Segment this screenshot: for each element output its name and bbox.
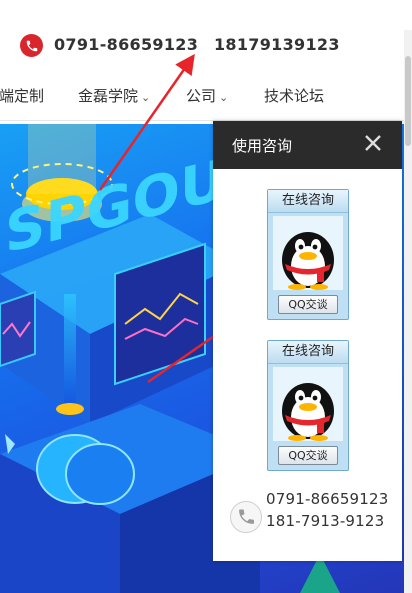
- qq-penguin-icon: [273, 367, 343, 441]
- nav-item-forum[interactable]: 技术论坛: [264, 85, 324, 106]
- phone-icon: [230, 501, 262, 533]
- page-scrollbar[interactable]: [404, 30, 412, 593]
- header-phone-2: 18179139123: [214, 35, 340, 54]
- qq-consult-card[interactable]: 在线咨询 QQ交谈: [267, 189, 349, 320]
- chevron-down-icon: ⌄: [219, 91, 229, 104]
- qq-card-caption: 在线咨询: [268, 190, 348, 213]
- consult-panel-title: 使用咨询: [232, 137, 293, 155]
- header-phone-bar: 0791-86659123 18179139123: [0, 30, 404, 62]
- qq-penguin-icon: [273, 216, 343, 290]
- qq-chat-button[interactable]: QQ交谈: [278, 295, 338, 314]
- nav-item-academy[interactable]: 金磊学院 ⌄: [78, 85, 150, 106]
- chevron-down-icon: ⌄: [141, 91, 151, 104]
- phone-icon: [20, 34, 43, 57]
- consult-phone-2: 181-7913-9123: [266, 512, 385, 530]
- main-nav: 端定制 金磊学院 ⌄ 公司 ⌄ 技术论坛: [0, 78, 404, 114]
- consult-panel: 使用咨询 在线咨询 QQ交谈 在线咨询 QQ交谈 0791-86659123 1…: [213, 121, 402, 561]
- nav-item-custom[interactable]: 端定制: [0, 85, 44, 106]
- qq-card-caption: 在线咨询: [268, 341, 348, 364]
- consult-panel-header: 使用咨询: [213, 121, 402, 169]
- qq-consult-card[interactable]: 在线咨询 QQ交谈: [267, 340, 349, 471]
- qq-chat-button[interactable]: QQ交谈: [278, 446, 338, 465]
- consult-phone-1: 0791-86659123: [266, 490, 389, 508]
- nav-item-company[interactable]: 公司 ⌄: [186, 85, 228, 106]
- header-phone-1: 0791-86659123: [54, 35, 199, 54]
- close-icon[interactable]: [362, 132, 384, 154]
- scrollbar-thumb[interactable]: [405, 56, 411, 146]
